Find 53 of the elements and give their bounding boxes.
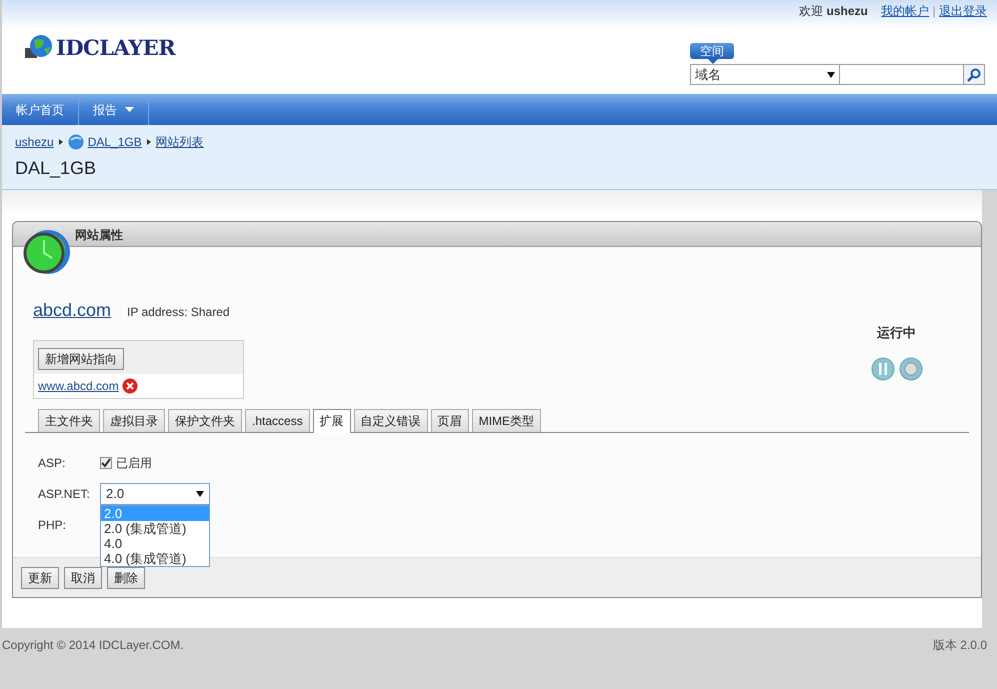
username: ushezu [826, 4, 868, 18]
pause-icon [870, 357, 894, 381]
arrow-icon [146, 138, 152, 146]
field-label: ASP.NET: [38, 486, 91, 502]
field-label: PHP: [38, 516, 68, 534]
tab[interactable]: 扩展 [312, 409, 351, 433]
action-button[interactable]: 删除 [107, 567, 145, 589]
welcome-text: 欢迎 [799, 4, 824, 18]
tab[interactable]: 虚拟目录 [103, 409, 165, 432]
search-type-select[interactable]: 域名 [690, 64, 840, 85]
search-icon [967, 68, 981, 82]
caret-icon [125, 107, 134, 112]
stop-icon [898, 357, 922, 381]
copyright-text: Copyright © 2014 IDCLayer.COM. [2, 637, 184, 654]
caret-icon [827, 72, 835, 78]
tab[interactable]: 自定义错误 [354, 409, 428, 432]
pause-button[interactable] [870, 356, 895, 382]
tab[interactable]: MIME类型 [472, 409, 542, 432]
breadcrumb-link[interactable]: ushezu [15, 133, 54, 151]
stop-button[interactable] [898, 356, 923, 382]
scope-label: 空间 [690, 43, 734, 64]
breadcrumb-link[interactable]: DAL_1GB [88, 133, 142, 151]
delete-icon[interactable] [122, 378, 138, 394]
search-button[interactable] [964, 64, 985, 85]
arrow-icon [58, 138, 64, 146]
tab[interactable]: .htaccess [245, 409, 310, 432]
dropdown-option[interactable]: 2.0 (集成管道) [101, 520, 209, 536]
header-link[interactable]: 我的帐户 [881, 4, 930, 18]
dropdown-option[interactable]: 4.0 (集成管道) [101, 550, 209, 566]
page-title: DAL_1GB [15, 157, 98, 180]
tab[interactable]: 主文件夹 [38, 409, 100, 432]
header-link[interactable]: 退出登录 [939, 4, 987, 18]
panel-title: 网站属性 [13, 222, 981, 247]
site-link[interactable]: abcd.com [33, 297, 112, 324]
dropdown-option[interactable]: 4.0 [101, 536, 209, 550]
checkbox[interactable] [100, 456, 112, 468]
checkbox-label: 已启用 [116, 454, 152, 472]
separator: | [932, 4, 936, 18]
status-text: 运行中 [876, 324, 917, 342]
tab[interactable]: 页眉 [430, 409, 469, 432]
globe-icon [68, 134, 84, 150]
logo-text: IDCLAYER [56, 34, 176, 62]
version-text: 版本 2.0.0 [932, 637, 987, 654]
field-label: ASP: [38, 454, 66, 472]
globe-clock-icon [23, 228, 71, 276]
search-field[interactable] [840, 64, 964, 85]
action-button[interactable]: 取消 [64, 567, 102, 589]
caret-icon [196, 490, 204, 496]
ip-address-text: IP address: Shared [127, 304, 230, 321]
tab[interactable]: 保护文件夹 [168, 409, 242, 432]
action-button[interactable]: 更新 [21, 567, 59, 589]
add-pointer-button[interactable]: 新增网站指向 [38, 348, 124, 370]
breadcrumb-link[interactable]: 网站列表 [156, 133, 204, 151]
